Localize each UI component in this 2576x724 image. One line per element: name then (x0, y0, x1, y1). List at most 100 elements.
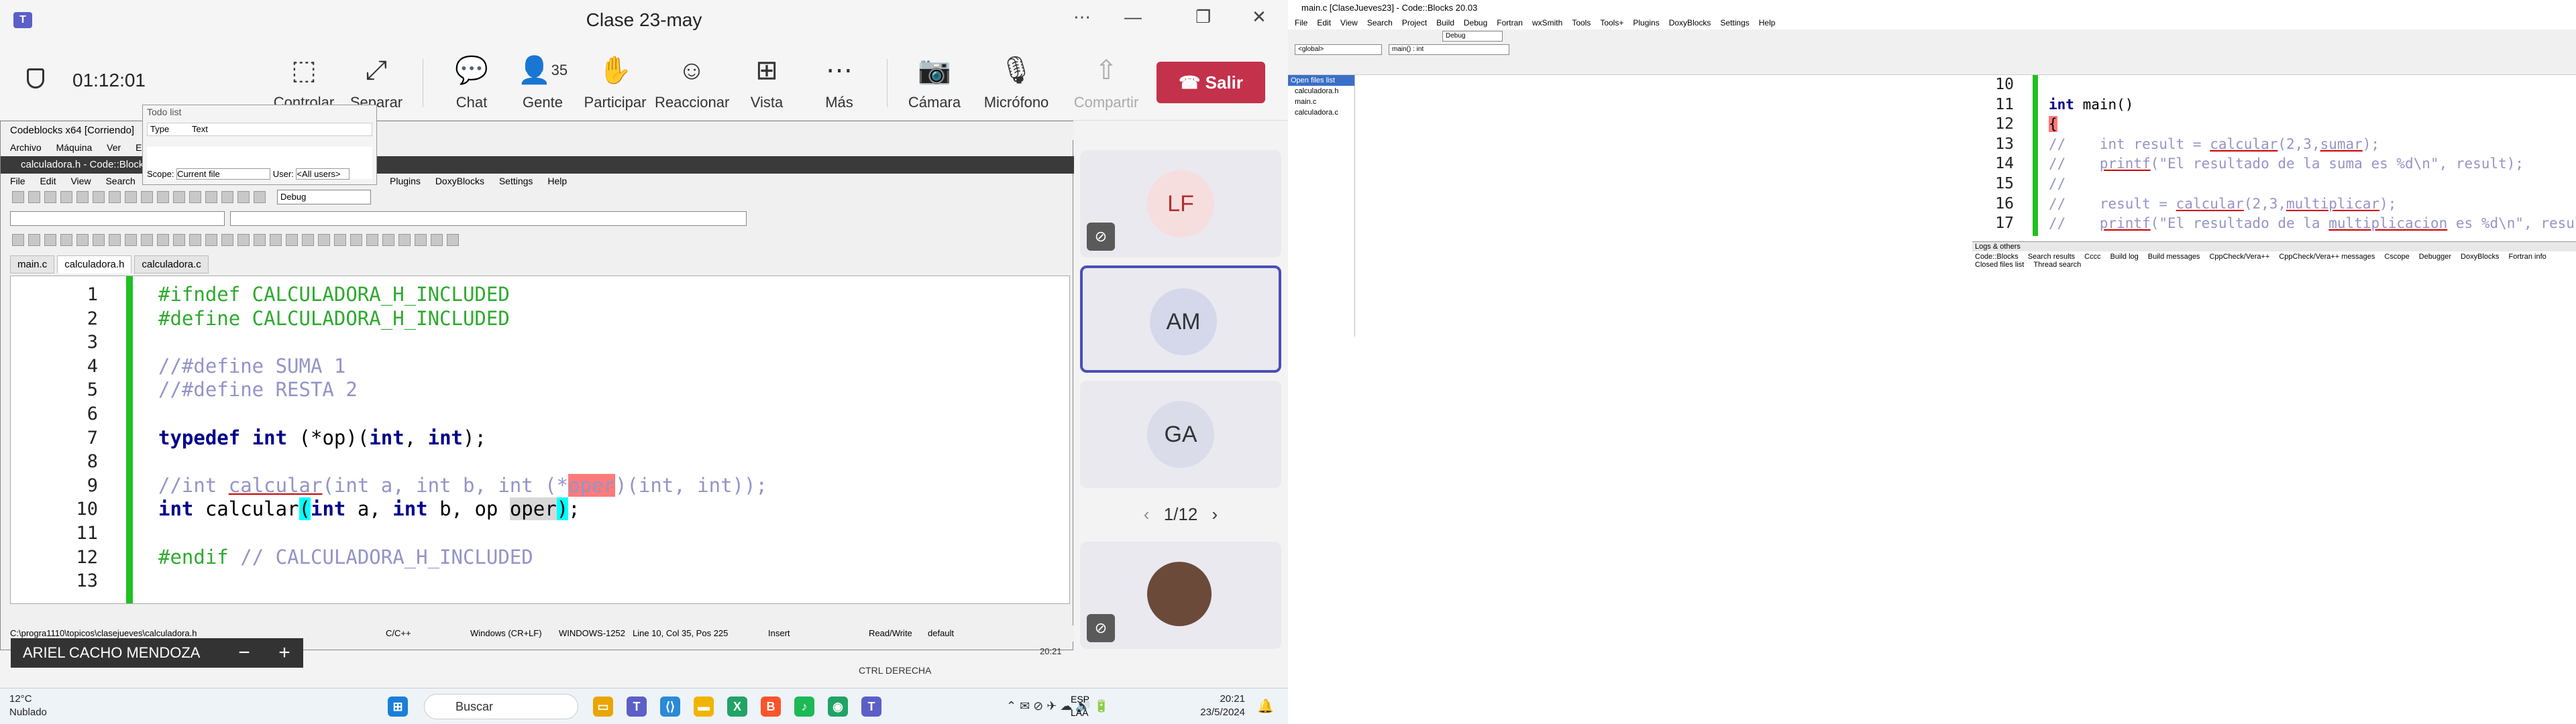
excel-icon[interactable]: X (727, 697, 747, 717)
log-tab[interactable]: Cccc (2084, 253, 2100, 261)
log-tab[interactable]: Thread search (2033, 261, 2081, 269)
menu-item[interactable]: Plugins (1633, 18, 1659, 27)
toolbar-icon[interactable] (109, 234, 121, 246)
function-select[interactable]: main() : int (1389, 44, 1509, 55)
build-icon[interactable] (189, 191, 201, 203)
find-icon[interactable] (157, 191, 169, 203)
file-item[interactable]: calculadora.c (1288, 107, 1354, 118)
more-button[interactable]: ⋯ Más (802, 54, 876, 111)
toolbar-icon[interactable] (366, 234, 378, 246)
tray-icons[interactable]: ⌃ ✉ ⊘ ✈ ☁ 🔊 🔋 (1006, 699, 1109, 713)
log-tab[interactable]: Cscope (2384, 253, 2409, 261)
copy-icon[interactable] (125, 191, 137, 203)
app-icon[interactable]: ◉ (828, 697, 848, 717)
participant-card[interactable]: GA (1080, 381, 1281, 488)
menu-item[interactable]: DoxyBlocks (435, 176, 484, 186)
replace-icon[interactable] (173, 191, 185, 203)
log-tab[interactable]: DoxyBlocks (2461, 253, 2499, 261)
new-file-icon[interactable] (12, 191, 24, 203)
file-item[interactable]: main.c (1288, 97, 1354, 107)
log-tab[interactable]: Search results (2028, 253, 2075, 261)
log-tab[interactable]: Build log (2110, 253, 2139, 261)
run-icon[interactable] (205, 191, 217, 203)
code-editor[interactable]: 10 11 12 13 14 15 16 17 int main() { // … (1976, 75, 2576, 236)
log-tab[interactable]: CppCheck/Vera++ (2209, 253, 2269, 261)
restore-icon[interactable]: ❐ (1195, 7, 1211, 27)
menu-item[interactable]: Fortran (1497, 18, 1523, 27)
language-indicator[interactable]: ESP LAA (1071, 692, 1089, 719)
teams-icon[interactable]: T (627, 697, 647, 717)
cut-icon[interactable] (109, 191, 121, 203)
toolbar-icon[interactable] (76, 234, 89, 246)
menu-item[interactable]: Settings (1720, 18, 1749, 27)
toolbar-icon[interactable] (270, 234, 282, 246)
chevron-left-icon[interactable]: ‹ (1144, 504, 1150, 524)
toolbar-icon[interactable] (318, 234, 330, 246)
toolbar-icon[interactable] (431, 234, 443, 246)
toolbar-icon[interactable] (254, 234, 266, 246)
toolbar-icon[interactable] (12, 234, 24, 246)
toolbar-icon[interactable] (205, 234, 217, 246)
vm-menu-item[interactable]: Archivo (10, 142, 42, 153)
menu-item[interactable]: File (1295, 18, 1307, 27)
toolbar-icon[interactable] (382, 234, 394, 246)
zoom-in-icon[interactable]: + (264, 638, 305, 668)
build-target-select[interactable]: Debug (1442, 31, 1503, 42)
menu-item[interactable]: wxSmith (1532, 18, 1562, 27)
toolbar-icon[interactable] (60, 234, 72, 246)
scope-select[interactable]: <global> (1295, 44, 1382, 55)
toolbar-icon[interactable] (141, 234, 153, 246)
vm-menu-item[interactable]: Ver (107, 142, 121, 153)
menu-item[interactable]: Settings (499, 176, 533, 186)
vscode-icon[interactable]: ⟨⟩ (660, 697, 680, 717)
tab-calculadora-c[interactable]: calculadora.c (134, 255, 209, 274)
menu-item[interactable]: Tools+ (1600, 18, 1623, 27)
scope-select[interactable] (10, 211, 225, 226)
log-tab[interactable]: Code::Blocks (1975, 253, 2019, 261)
rebuild-icon[interactable] (237, 191, 250, 203)
leave-button[interactable]: ☎ Salir (1157, 62, 1265, 103)
menu-item[interactable]: DoxyBlocks (1669, 18, 1711, 27)
pop-out-button[interactable]: ⤢ Separar (339, 54, 413, 111)
tab-main-c[interactable]: main.c (10, 255, 55, 274)
participant-card[interactable]: LF ⊘ (1080, 150, 1281, 257)
log-tab[interactable]: Closed files list (1975, 261, 2024, 269)
save-icon[interactable] (44, 191, 56, 203)
toolbar-icon[interactable] (28, 234, 40, 246)
microphone-button[interactable]: 🎙 Micrófono (979, 54, 1053, 111)
stop-icon[interactable] (254, 191, 266, 203)
col-text[interactable]: Text (192, 123, 208, 135)
redo-icon[interactable] (93, 191, 105, 203)
menu-item[interactable]: Help (547, 176, 567, 186)
toolbar-icon[interactable] (189, 234, 201, 246)
more-options-icon[interactable]: ⋯ (1073, 7, 1091, 27)
toolbar-icon[interactable] (350, 234, 362, 246)
clock[interactable]: 20:21 23/5/2024 (1151, 692, 1245, 719)
menu-item[interactable]: Search (105, 176, 135, 186)
react-button[interactable]: ☺ Reaccionar (655, 54, 729, 111)
toolbar-icon[interactable] (157, 234, 169, 246)
log-tab[interactable]: CppCheck/Vera++ messages (2279, 253, 2375, 261)
menu-item[interactable]: View (1340, 18, 1358, 27)
menu-item[interactable]: Project (1402, 18, 1427, 27)
col-type[interactable]: Type (150, 124, 169, 134)
menu-item[interactable]: Search (1367, 18, 1393, 27)
view-button[interactable]: ⊞ Vista (730, 54, 804, 111)
chat-button[interactable]: 💬 Chat (435, 54, 508, 111)
windows-start-icon[interactable]: ⊞ (388, 697, 408, 717)
build-target-select[interactable]: Debug (277, 190, 371, 204)
raise-hand-button[interactable]: ✋ Participar (578, 54, 652, 111)
tab-calculadora-h[interactable]: calculadora.h (57, 255, 132, 274)
toolbar-icon[interactable] (334, 234, 346, 246)
symbol-select[interactable] (230, 211, 747, 226)
toolbar-icon[interactable] (447, 234, 459, 246)
toolbar-icon[interactable] (221, 234, 233, 246)
minimize-icon[interactable]: — (1124, 7, 1142, 27)
folder-icon[interactable]: ▬ (694, 697, 714, 717)
menu-item[interactable]: Plugins (390, 176, 421, 186)
zoom-out-icon[interactable]: − (224, 638, 264, 668)
toolbar-icon[interactable] (398, 234, 411, 246)
toolbar-icon[interactable] (286, 234, 298, 246)
menu-item[interactable]: View (70, 176, 91, 186)
file-item[interactable]: calculadora.h (1288, 86, 1354, 97)
